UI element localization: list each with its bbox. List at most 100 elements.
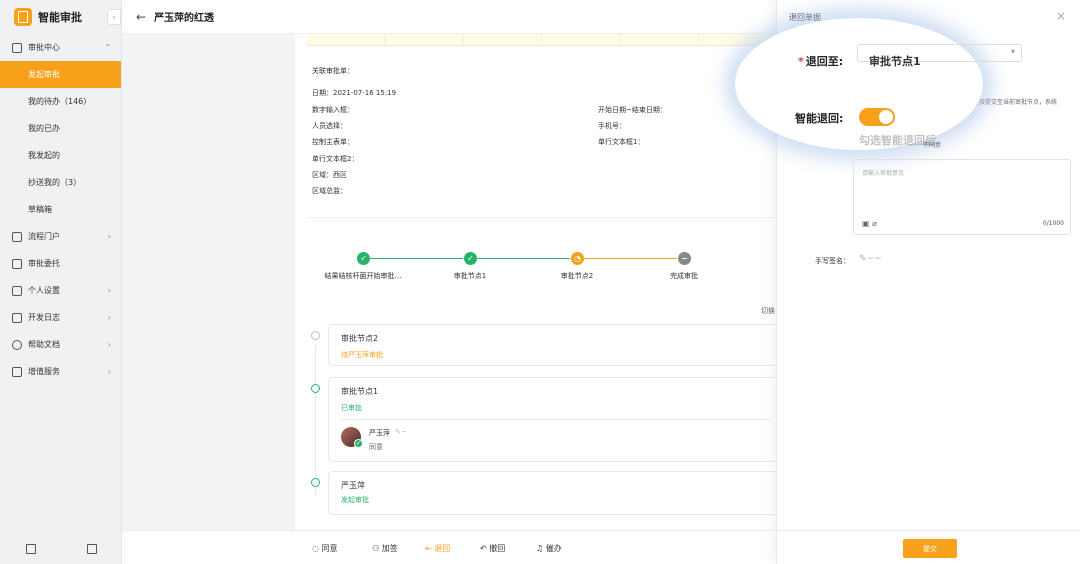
chevron-right-icon: ›	[107, 340, 111, 349]
chevron-right-icon: ›	[107, 286, 111, 295]
highlight-spotlight	[735, 18, 983, 150]
approver-name: 严玉萍	[369, 429, 390, 437]
sidebar-group-label: 审批中心	[28, 43, 60, 52]
step-current-clock-icon: ◔	[571, 252, 584, 265]
list-icon[interactable]	[25, 544, 36, 554]
diamond-icon	[12, 366, 22, 377]
smart-return-toggle[interactable]	[859, 108, 895, 126]
play-icon[interactable]	[86, 544, 97, 554]
sidebar-item-cc-me[interactable]: 抄送我的（3）	[0, 169, 121, 196]
timeline-title: 审批节点2	[341, 334, 379, 343]
sidebar-group-approval-center[interactable]: 审批中心 ⌃	[0, 34, 121, 61]
sidebar-group-dev-log[interactable]: 开发日志 ›	[0, 304, 121, 331]
side-note: 直接提交至当前审批节点，系统	[973, 99, 1058, 106]
step-label: 结果结核杆菌开始审批…	[324, 272, 402, 280]
delegation-icon	[12, 258, 22, 269]
sidebar-group-label: 帮助文档	[28, 340, 60, 349]
timeline-status: 发起审批	[341, 496, 369, 504]
user-icon	[12, 285, 22, 296]
date-range-field: 开始日期~结束日期：	[598, 106, 667, 114]
image-icon[interactable]: ▣	[862, 219, 870, 228]
chevron-left-icon[interactable]: ‹	[107, 9, 121, 25]
step-label: 审批节点2	[560, 272, 594, 280]
opinion-placeholder: 请输入审批意见	[862, 170, 905, 177]
remind-button[interactable]: ♫ 催办	[536, 543, 562, 554]
related-approval-field: 关联审批单：	[312, 67, 354, 75]
log-icon	[12, 312, 22, 323]
sidebar-group-label: 增值服务	[28, 367, 60, 376]
action-toolbar: ◌ 同意 ⚇ 加签 ⇤ 退回 ↶ 撤回 ♫ 催办	[122, 530, 776, 564]
sidebar-group-label: 流程门户	[28, 232, 60, 241]
chevron-up-icon: ⌃	[104, 43, 111, 52]
return-button[interactable]: ⇤ 退回	[425, 543, 450, 554]
submit-button[interactable]: 提交	[903, 539, 957, 558]
chevron-right-icon: ›	[107, 313, 111, 322]
paperclip-icon[interactable]: ⌀	[872, 219, 877, 228]
summary-strip	[307, 34, 777, 46]
timeline-pending-clock-icon	[311, 331, 320, 340]
return-to-value: 审批节点1	[869, 55, 921, 68]
step-done-check-icon: ✓	[464, 252, 477, 265]
timeline-status: 待严玉萍审批	[341, 351, 383, 359]
sidebar-group-personal-settings[interactable]: 个人设置 ›	[0, 277, 121, 304]
step-done-check-icon: ✓	[357, 252, 370, 265]
sidebar-group-process-portal[interactable]: 流程门户 ›	[0, 223, 121, 250]
timeline-card: 审批节点2 待严玉萍审批	[328, 324, 780, 366]
sidebar-group-value-added[interactable]: 增值服务 ›	[0, 358, 121, 385]
step-label: 完成审批	[670, 272, 698, 280]
approver-action: 同意	[369, 443, 383, 451]
single-text2-field: 单行文本框2：	[312, 155, 359, 163]
sidebar-item-drafts[interactable]: 草稿箱	[0, 196, 121, 223]
back-arrow-icon[interactable]: ←	[136, 10, 146, 24]
sidebar-group-label: 个人设置	[28, 286, 60, 295]
attachment-toolbar: ▣ ⌀	[862, 219, 877, 228]
add-sign-button[interactable]: ⚇ 加签	[372, 543, 398, 554]
return-panel: 退回单据 × 直接提交至当前审批节点，系统 * 退回至: 审批节点1 ▾ 智能退回…	[735, 0, 1080, 564]
chevron-right-icon: ›	[107, 367, 111, 376]
timeline-card: 严玉萍 发起审批	[328, 471, 780, 515]
timeline-card: 审批节点1 已审批 ✓ 严玉萍 同意 ✎~	[328, 377, 780, 462]
sidebar-item-my-done[interactable]: 我的已办	[0, 115, 121, 142]
signature-image-icon[interactable]: ✎~~	[859, 254, 882, 264]
agree-button[interactable]: ◌ 同意	[312, 543, 338, 554]
toggle-knob	[879, 110, 893, 124]
panel-footer-divider	[777, 530, 1080, 531]
person-select-field: 人员选择：	[312, 122, 347, 130]
sidebar-group-delegation[interactable]: 审批委托	[0, 250, 121, 277]
return-to-label: * 退回至:	[798, 55, 844, 68]
app-title: 智能审批	[38, 11, 82, 24]
timeline-title: 严玉萍	[341, 481, 365, 490]
app-logo-row: 智能审批 ‹	[0, 0, 121, 34]
step-connector	[477, 258, 570, 259]
timeline-title: 审批节点1	[341, 387, 379, 396]
sidebar-group-label: 审批委托	[28, 259, 60, 268]
sidebar-item-start-approval[interactable]: 发起审批	[0, 61, 121, 88]
date-field: 日期：2021-07-16 15:19	[312, 89, 397, 97]
document-icon	[12, 42, 22, 53]
step-label: 审批节点1	[453, 272, 487, 280]
timeline-status: 已审批	[341, 404, 362, 412]
opinion-textarea[interactable]: 请输入审批意见 ▣ ⌀ 0/1000	[853, 159, 1071, 235]
sidebar-item-my-initiated[interactable]: 我发起的	[0, 142, 121, 169]
sidebar-group-help[interactable]: 帮助文档 ›	[0, 331, 121, 358]
timeline-done-check-icon	[311, 478, 320, 487]
signature-image-icon: ✎~	[395, 428, 407, 436]
region-field: 区域：西区	[312, 171, 347, 179]
opinion-label: 不同意	[923, 142, 942, 149]
sidebar-group-label: 开发日志	[28, 313, 60, 322]
help-icon	[12, 339, 22, 350]
timeline-done-check-icon	[311, 384, 320, 393]
phone-field: 手机号：	[598, 122, 626, 130]
withdraw-button[interactable]: ↶ 撤回	[480, 543, 505, 554]
close-icon[interactable]: ×	[1056, 9, 1066, 23]
switch-link[interactable]: 切换	[761, 306, 775, 316]
char-count: 0/1000	[1042, 220, 1064, 227]
timeline-line	[315, 345, 316, 495]
sidebar-item-my-todo[interactable]: 我的待办（146）	[0, 88, 121, 115]
step-connector	[584, 258, 677, 259]
portal-icon	[12, 231, 22, 242]
number-input-field: 数字输入框：	[312, 106, 354, 114]
approved-check-icon: ✓	[354, 439, 363, 448]
chevron-down-icon: ▾	[1011, 47, 1016, 56]
smart-return-label: 智能退回:	[795, 112, 844, 125]
